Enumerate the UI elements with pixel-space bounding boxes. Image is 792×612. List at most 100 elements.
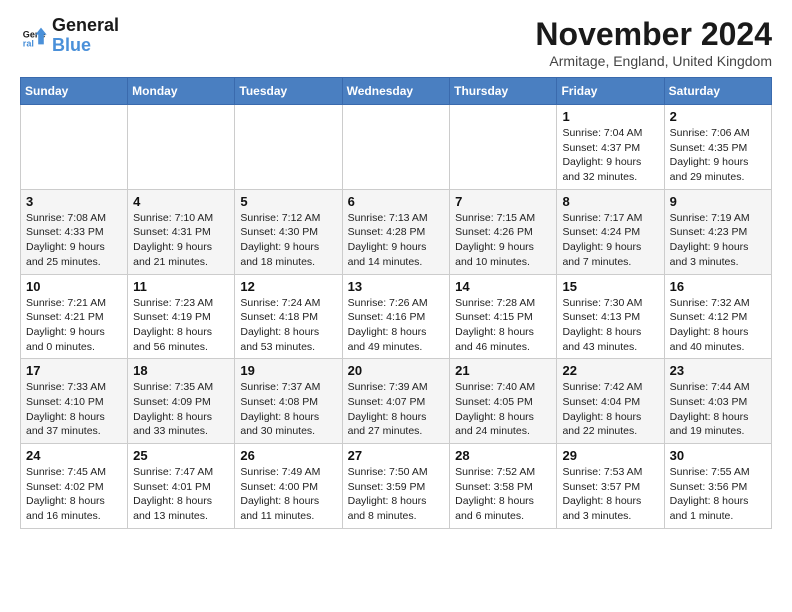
day-info: Sunrise: 7:55 AMSunset: 3:56 PMDaylight:… xyxy=(670,465,766,524)
day-number: 16 xyxy=(670,279,766,294)
day-number: 21 xyxy=(455,363,551,378)
day-cell xyxy=(235,105,342,190)
day-number: 9 xyxy=(670,194,766,209)
day-number: 29 xyxy=(562,448,658,463)
day-number: 17 xyxy=(26,363,122,378)
day-number: 15 xyxy=(562,279,658,294)
week-row-5: 24 Sunrise: 7:45 AMSunset: 4:02 PMDayligh… xyxy=(21,444,772,529)
day-info: Sunrise: 7:45 AMSunset: 4:02 PMDaylight:… xyxy=(26,465,122,524)
day-info: Sunrise: 7:30 AMSunset: 4:13 PMDaylight:… xyxy=(562,296,658,355)
day-cell xyxy=(21,105,128,190)
day-number: 20 xyxy=(348,363,445,378)
day-number: 12 xyxy=(240,279,336,294)
day-number: 22 xyxy=(562,363,658,378)
day-info: Sunrise: 7:28 AMSunset: 4:15 PMDaylight:… xyxy=(455,296,551,355)
day-cell xyxy=(450,105,557,190)
day-info: Sunrise: 7:10 AMSunset: 4:31 PMDaylight:… xyxy=(133,211,229,270)
day-cell: 3Sunrise: 7:08 AMSunset: 4:33 PMDaylight… xyxy=(21,189,128,274)
calendar-body: 1Sunrise: 7:04 AMSunset: 4:37 PMDaylight… xyxy=(21,105,772,529)
day-number: 8 xyxy=(562,194,658,209)
day-cell: 17 Sunrise: 7:33 AMSunset: 4:10 PMDayligh… xyxy=(21,359,128,444)
day-info: Sunrise: 7:21 AMSunset: 4:21 PMDaylight:… xyxy=(26,296,122,355)
day-cell: 23 Sunrise: 7:44 AMSunset: 4:03 PMDayligh… xyxy=(664,359,771,444)
day-cell: 9 Sunrise: 7:19 AMSunset: 4:23 PMDaylight… xyxy=(664,189,771,274)
day-number: 5 xyxy=(240,194,336,209)
day-number: 27 xyxy=(348,448,445,463)
day-cell: 26 Sunrise: 7:49 AMSunset: 4:00 PMDayligh… xyxy=(235,444,342,529)
header-cell-saturday: Saturday xyxy=(664,78,771,105)
week-row-3: 10 Sunrise: 7:21 AMSunset: 4:21 PMDayligh… xyxy=(21,274,772,359)
day-cell: 25 Sunrise: 7:47 AMSunset: 4:01 PMDayligh… xyxy=(128,444,235,529)
day-cell: 11 Sunrise: 7:23 AMSunset: 4:19 PMDayligh… xyxy=(128,274,235,359)
day-info: Sunrise: 7:23 AMSunset: 4:19 PMDaylight:… xyxy=(133,296,229,355)
day-number: 24 xyxy=(26,448,122,463)
day-cell: 19 Sunrise: 7:37 AMSunset: 4:08 PMDayligh… xyxy=(235,359,342,444)
logo-icon: Gene ral xyxy=(20,22,48,50)
day-cell: 18Sunrise: 7:35 AMSunset: 4:09 PMDayligh… xyxy=(128,359,235,444)
header-cell-sunday: Sunday xyxy=(21,78,128,105)
svg-text:ral: ral xyxy=(23,38,34,48)
day-cell: 20Sunrise: 7:39 AMSunset: 4:07 PMDayligh… xyxy=(342,359,450,444)
logo-line1: General xyxy=(52,16,119,36)
day-info: Sunrise: 7:40 AMSunset: 4:05 PMDaylight:… xyxy=(455,380,551,439)
day-cell: 4 Sunrise: 7:10 AMSunset: 4:31 PMDaylight… xyxy=(128,189,235,274)
month-title: November 2024 xyxy=(535,16,772,53)
day-number: 6 xyxy=(348,194,445,209)
day-number: 1 xyxy=(562,109,658,124)
day-cell: 12 Sunrise: 7:24 AMSunset: 4:18 PMDayligh… xyxy=(235,274,342,359)
day-number: 14 xyxy=(455,279,551,294)
day-cell: 1Sunrise: 7:04 AMSunset: 4:37 PMDaylight… xyxy=(557,105,664,190)
day-info: Sunrise: 7:17 AMSunset: 4:24 PMDaylight:… xyxy=(562,211,658,270)
day-cell xyxy=(128,105,235,190)
day-number: 23 xyxy=(670,363,766,378)
day-cell: 27 Sunrise: 7:50 AMSunset: 3:59 PMDayligh… xyxy=(342,444,450,529)
day-number: 10 xyxy=(26,279,122,294)
day-cell: 2Sunrise: 7:06 AMSunset: 4:35 PMDaylight… xyxy=(664,105,771,190)
day-number: 25 xyxy=(133,448,229,463)
header: Gene ral General Blue November 2024 Armi… xyxy=(20,16,772,69)
day-info: Sunrise: 7:37 AMSunset: 4:08 PMDaylight:… xyxy=(240,380,336,439)
day-info: Sunrise: 7:19 AMSunset: 4:23 PMDaylight:… xyxy=(670,211,766,270)
day-number: 7 xyxy=(455,194,551,209)
day-info: Sunrise: 7:24 AMSunset: 4:18 PMDaylight:… xyxy=(240,296,336,355)
logo-text: General Blue xyxy=(52,16,119,56)
day-cell: 16 Sunrise: 7:32 AMSunset: 4:12 PMDayligh… xyxy=(664,274,771,359)
day-cell: 24 Sunrise: 7:45 AMSunset: 4:02 PMDayligh… xyxy=(21,444,128,529)
location-title: Armitage, England, United Kingdom xyxy=(535,53,772,69)
day-number: 26 xyxy=(240,448,336,463)
header-cell-wednesday: Wednesday xyxy=(342,78,450,105)
header-row: SundayMondayTuesdayWednesdayThursdayFrid… xyxy=(21,78,772,105)
day-cell: 21 Sunrise: 7:40 AMSunset: 4:05 PMDayligh… xyxy=(450,359,557,444)
day-number: 2 xyxy=(670,109,766,124)
calendar-header: SundayMondayTuesdayWednesdayThursdayFrid… xyxy=(21,78,772,105)
day-cell xyxy=(342,105,450,190)
header-cell-monday: Monday xyxy=(128,78,235,105)
day-cell: 8 Sunrise: 7:17 AMSunset: 4:24 PMDaylight… xyxy=(557,189,664,274)
day-info: Sunrise: 7:52 AMSunset: 3:58 PMDaylight:… xyxy=(455,465,551,524)
day-number: 11 xyxy=(133,279,229,294)
title-area: November 2024 Armitage, England, United … xyxy=(535,16,772,69)
day-number: 19 xyxy=(240,363,336,378)
day-number: 3 xyxy=(26,194,122,209)
week-row-2: 3Sunrise: 7:08 AMSunset: 4:33 PMDaylight… xyxy=(21,189,772,274)
day-number: 28 xyxy=(455,448,551,463)
day-info: Sunrise: 7:49 AMSunset: 4:00 PMDaylight:… xyxy=(240,465,336,524)
day-info: Sunrise: 7:47 AMSunset: 4:01 PMDaylight:… xyxy=(133,465,229,524)
day-number: 13 xyxy=(348,279,445,294)
day-info: Sunrise: 7:26 AMSunset: 4:16 PMDaylight:… xyxy=(348,296,445,355)
header-cell-friday: Friday xyxy=(557,78,664,105)
day-cell: 14 Sunrise: 7:28 AMSunset: 4:15 PMDayligh… xyxy=(450,274,557,359)
day-info: Sunrise: 7:44 AMSunset: 4:03 PMDaylight:… xyxy=(670,380,766,439)
day-cell: 13 Sunrise: 7:26 AMSunset: 4:16 PMDayligh… xyxy=(342,274,450,359)
day-cell: 6Sunrise: 7:13 AMSunset: 4:28 PMDaylight… xyxy=(342,189,450,274)
day-number: 4 xyxy=(133,194,229,209)
day-info: Sunrise: 7:33 AMSunset: 4:10 PMDaylight:… xyxy=(26,380,122,439)
day-info: Sunrise: 7:50 AMSunset: 3:59 PMDaylight:… xyxy=(348,465,445,524)
day-info: Sunrise: 7:15 AMSunset: 4:26 PMDaylight:… xyxy=(455,211,551,270)
day-cell: 30 Sunrise: 7:55 AMSunset: 3:56 PMDayligh… xyxy=(664,444,771,529)
logo: Gene ral General Blue xyxy=(20,16,119,56)
day-number: 30 xyxy=(670,448,766,463)
day-info: Sunrise: 7:32 AMSunset: 4:12 PMDaylight:… xyxy=(670,296,766,355)
logo-line2: Blue xyxy=(52,36,119,56)
day-info: Sunrise: 7:42 AMSunset: 4:04 PMDaylight:… xyxy=(562,380,658,439)
